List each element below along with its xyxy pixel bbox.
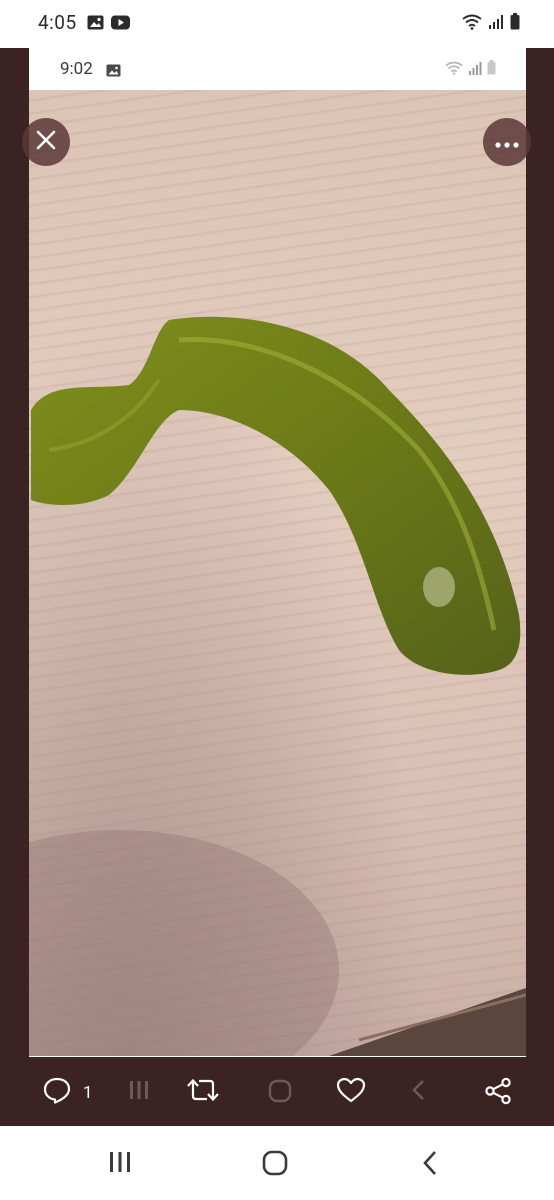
tweet-action-bar: 1	[29, 1057, 526, 1126]
reply-button[interactable]: 1	[43, 1077, 93, 1108]
attached-screenshot[interactable]: 9:02	[29, 48, 526, 1126]
embedded-status-bar: 9:02	[29, 48, 526, 90]
wifi-icon	[462, 14, 482, 34]
system-navigation-bar	[0, 1126, 554, 1200]
status-right-icons	[462, 13, 520, 34]
heart-icon	[336, 1077, 366, 1107]
share-button[interactable]	[484, 1077, 512, 1109]
more-options-icon	[495, 133, 519, 152]
home-ghost-icon	[268, 1079, 292, 1107]
share-icon	[484, 1077, 512, 1109]
status-bar: 4:05	[0, 0, 554, 48]
signal-icon	[468, 60, 482, 79]
wifi-icon	[445, 60, 463, 79]
back-icon[interactable]	[422, 1150, 438, 1180]
recents-ghost-icon	[128, 1079, 150, 1105]
media-viewer: 9:02	[0, 48, 554, 1126]
retweet-icon	[187, 1077, 219, 1107]
embedded-status-time: 9:02	[60, 59, 93, 79]
embedded-status-icons	[445, 60, 496, 79]
close-button[interactable]	[22, 118, 70, 166]
reply-count: 1	[83, 1082, 93, 1103]
retweet-button[interactable]	[187, 1077, 219, 1107]
battery-icon	[487, 60, 496, 79]
gallery-icon	[106, 62, 121, 81]
signal-icon	[488, 14, 504, 34]
status-time: 4:05	[38, 11, 77, 34]
back-ghost-icon	[411, 1079, 425, 1105]
green-strip-image	[29, 316, 526, 1056]
battery-icon	[510, 13, 520, 34]
youtube-icon	[111, 15, 130, 34]
recents-icon[interactable]	[108, 1150, 132, 1178]
photo	[29, 90, 526, 1056]
home-icon[interactable]	[262, 1150, 288, 1180]
more-options-button[interactable]	[483, 118, 531, 166]
like-button[interactable]	[336, 1077, 366, 1107]
gallery-icon	[87, 15, 104, 34]
close-icon	[36, 130, 56, 154]
comment-icon	[43, 1077, 71, 1108]
